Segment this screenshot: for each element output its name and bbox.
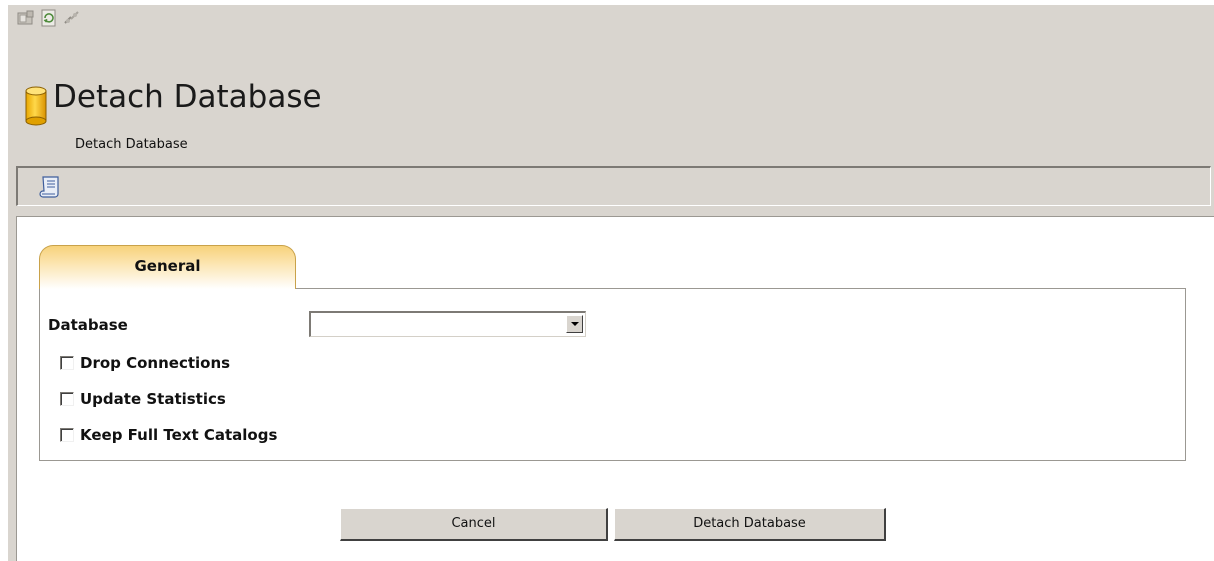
top-toolbar: [17, 7, 81, 29]
tab-general[interactable]: General: [39, 245, 296, 289]
page-subtitle: Detach Database: [75, 137, 188, 152]
keep-full-text-catalogs-checkbox[interactable]: [60, 428, 74, 442]
script-icon[interactable]: [38, 174, 64, 200]
new-query-icon[interactable]: [17, 9, 35, 27]
drop-connections-option[interactable]: Drop Connections: [60, 353, 230, 373]
connect-icon[interactable]: [63, 9, 81, 27]
detach-database-button[interactable]: Detach Database: [614, 508, 886, 541]
update-statistics-option[interactable]: Update Statistics: [60, 389, 226, 409]
database-icon: [25, 86, 47, 126]
keep-full-text-catalogs-option[interactable]: Keep Full Text Catalogs: [60, 425, 277, 445]
update-statistics-label: Update Statistics: [80, 390, 226, 408]
database-label: Database: [48, 316, 128, 334]
update-statistics-checkbox[interactable]: [60, 392, 74, 406]
refresh-icon[interactable]: [40, 9, 58, 27]
chevron-down-icon[interactable]: [566, 315, 583, 333]
cancel-button[interactable]: Cancel: [340, 508, 608, 541]
script-toolbar: [16, 166, 1211, 206]
drop-connections-checkbox[interactable]: [60, 356, 74, 370]
page-title: Detach Database: [53, 79, 322, 115]
database-select[interactable]: [309, 311, 586, 337]
drop-connections-label: Drop Connections: [80, 354, 231, 372]
keep-full-text-catalogs-label: Keep Full Text Catalogs: [80, 426, 278, 444]
